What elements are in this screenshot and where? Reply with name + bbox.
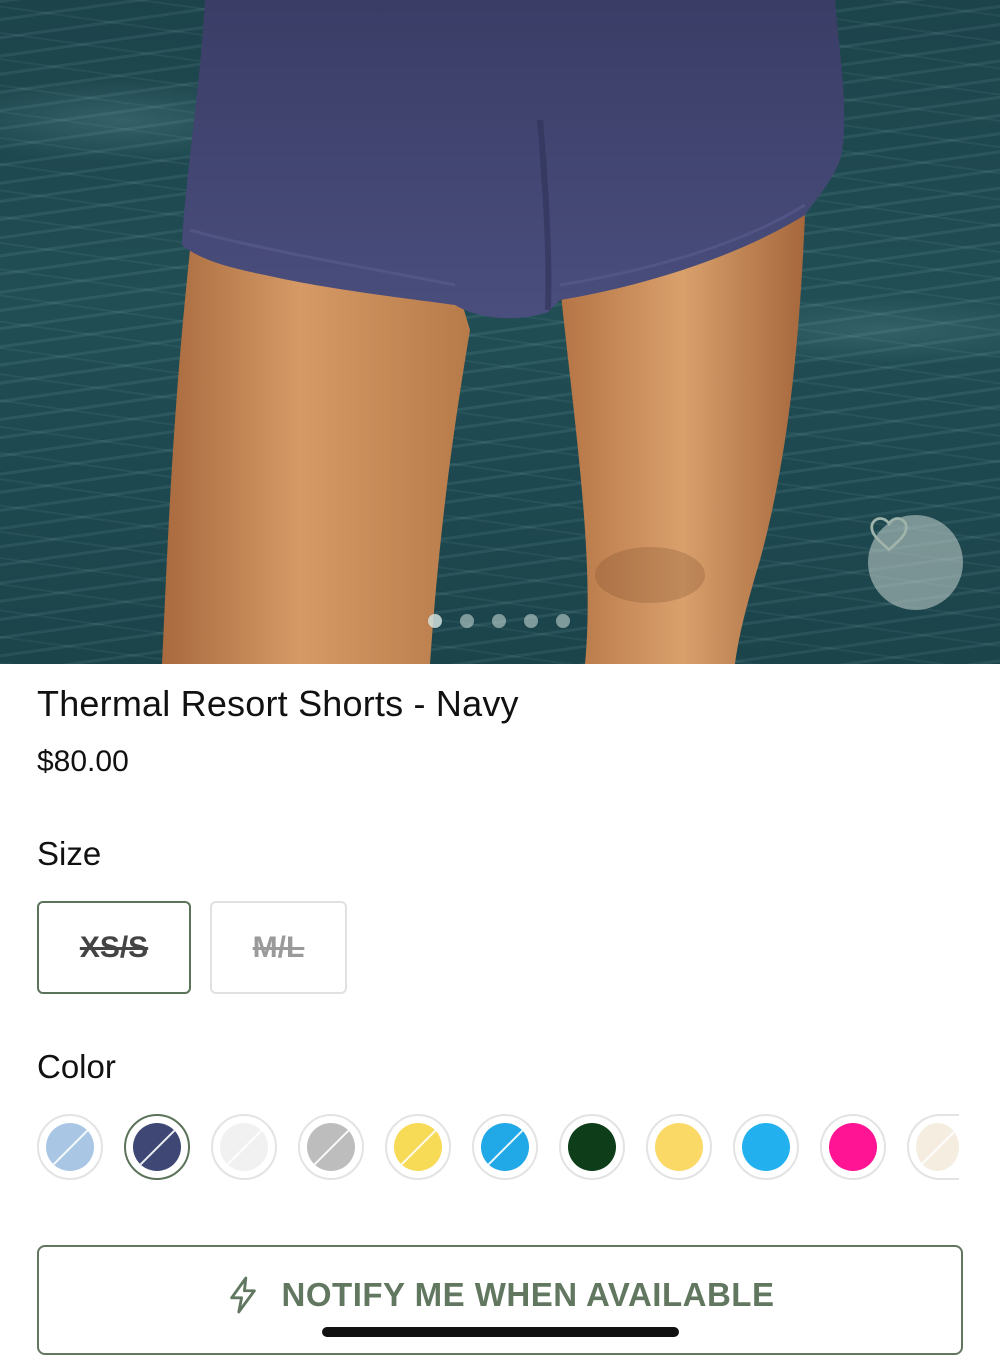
home-indicator xyxy=(322,1327,679,1337)
notify-me-button[interactable]: NOTIFY ME WHEN AVAILABLE xyxy=(37,1245,963,1355)
lightning-icon xyxy=(229,1276,256,1314)
color-swatch[interactable] xyxy=(124,1114,190,1180)
color-swatch[interactable] xyxy=(37,1114,103,1180)
product-price: $80.00 xyxy=(37,745,129,778)
color-swatches xyxy=(37,1114,959,1180)
carousel-dot[interactable] xyxy=(460,614,474,628)
notify-me-label: NOTIFY ME WHEN AVAILABLE xyxy=(281,1276,775,1313)
color-swatch[interactable] xyxy=(907,1114,959,1180)
color-swatch[interactable] xyxy=(646,1114,712,1180)
color-swatch[interactable] xyxy=(559,1114,625,1180)
size-label: Size xyxy=(37,835,102,872)
color-swatch[interactable] xyxy=(472,1114,538,1180)
size-option-m-l[interactable]: M/L xyxy=(210,901,347,994)
favorite-button[interactable] xyxy=(868,515,963,610)
color-swatch[interactable] xyxy=(820,1114,886,1180)
carousel-dot[interactable] xyxy=(428,614,442,628)
color-label: Color xyxy=(37,1048,116,1085)
product-photo xyxy=(162,0,845,664)
color-swatch[interactable] xyxy=(733,1114,799,1180)
carousel-dot[interactable] xyxy=(492,614,506,628)
color-swatch[interactable] xyxy=(298,1114,364,1180)
size-option-xs-s[interactable]: XS/S xyxy=(37,901,191,994)
product-image[interactable] xyxy=(0,0,1000,664)
color-swatch[interactable] xyxy=(385,1114,451,1180)
color-swatch[interactable] xyxy=(211,1114,277,1180)
heart-icon xyxy=(870,517,908,552)
carousel-dots xyxy=(428,614,570,628)
product-title: Thermal Resort Shorts - Navy xyxy=(37,683,519,724)
carousel-dot[interactable] xyxy=(556,614,570,628)
carousel-dot[interactable] xyxy=(524,614,538,628)
